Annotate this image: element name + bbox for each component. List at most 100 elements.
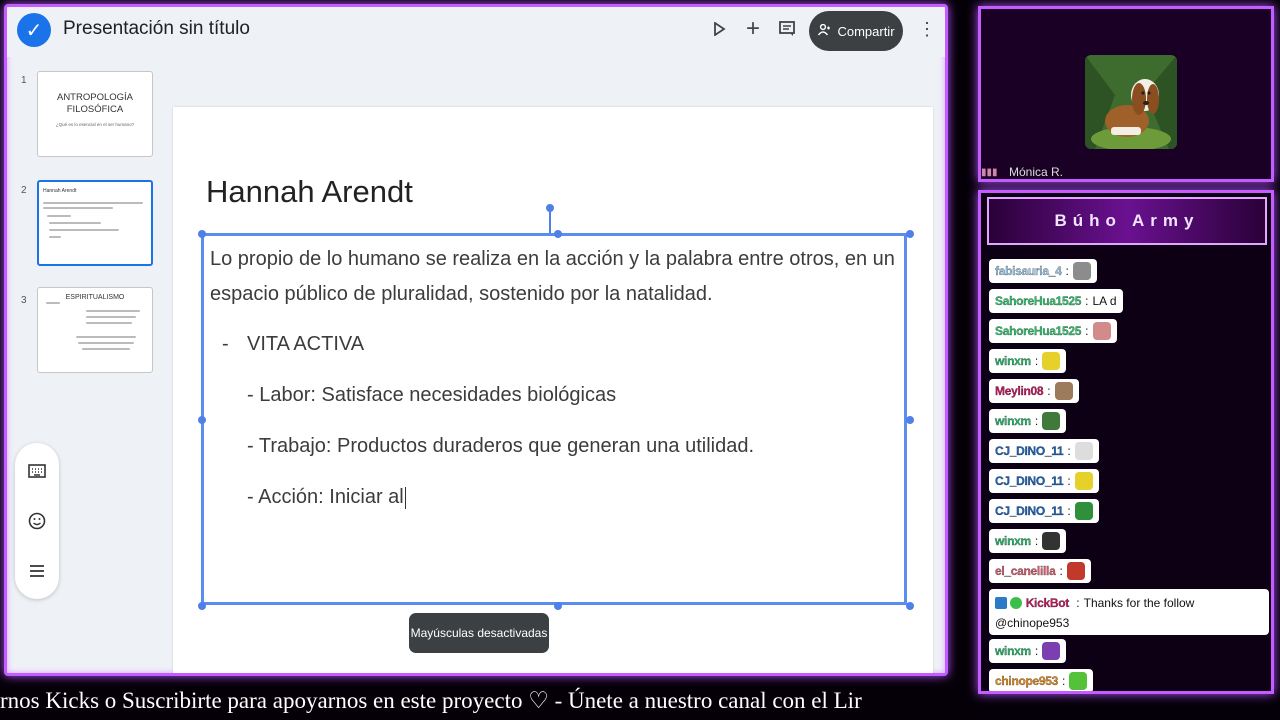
resize-handle-tr[interactable] xyxy=(906,230,914,238)
check-icon[interactable]: ✓ xyxy=(17,13,51,47)
chat-message: Meylin08: xyxy=(989,379,1079,403)
menu-icon[interactable] xyxy=(25,559,49,583)
chat-username[interactable]: CJ_DINO_11 xyxy=(995,504,1064,518)
slides-app-window: ✓ Presentación sin título + Compartir ⋮ … xyxy=(4,4,948,676)
chat-username[interactable]: el_canelilla xyxy=(995,564,1056,578)
verified-badge-icon xyxy=(1010,597,1023,609)
chat-username[interactable]: SahoreHua1525 xyxy=(995,294,1082,308)
chat-username[interactable]: KickBot xyxy=(1026,596,1070,610)
slide-number-2: 2 xyxy=(21,185,27,196)
chat-separator: : xyxy=(1034,414,1039,428)
chat-username[interactable]: SahoreHua1525 xyxy=(995,324,1082,338)
thumb-text-line xyxy=(46,302,60,304)
chat-separator: : xyxy=(1034,534,1039,548)
audio-signal-icon: ▮▮▮ xyxy=(981,167,998,178)
resize-handle-bl[interactable] xyxy=(198,602,206,610)
resize-handle-tl[interactable] xyxy=(198,230,206,238)
thumb-text-line xyxy=(43,202,143,204)
chat-username[interactable]: winxm xyxy=(995,644,1031,658)
chat-message: fabisauria_4: xyxy=(989,259,1097,283)
chat-emote-icon xyxy=(1074,442,1093,460)
thumb-text-line xyxy=(43,207,113,209)
resize-handle-tc[interactable] xyxy=(554,230,562,238)
thumb-text-line xyxy=(49,229,119,231)
chat-message: CJ_DINO_11: xyxy=(989,499,1099,523)
text-line: VITA ACTIVA xyxy=(247,333,365,355)
present-icon[interactable] xyxy=(707,17,731,41)
add-icon[interactable]: + xyxy=(741,15,765,42)
text-line: - Trabajo: Productos duraderos que gener… xyxy=(247,435,755,457)
chat-username[interactable]: fabisauria_4 xyxy=(995,264,1062,278)
ticker-bar: rnos Kicks o Suscribirte para apoyarnos … xyxy=(0,684,952,720)
chat-separator: : xyxy=(1059,564,1063,578)
chat-message: winxm: xyxy=(989,529,1067,553)
top-toolbar: ✓ Presentación sin título + Compartir ⋮ xyxy=(7,7,945,57)
thumb-1-subtitle: ¿Qué es lo esencial en el ser humano? xyxy=(55,122,135,127)
chat-message: winxm: xyxy=(989,349,1067,373)
resize-handle-ml[interactable] xyxy=(198,416,206,424)
thumb-text-line xyxy=(47,215,71,217)
thumb-text-line xyxy=(86,322,132,324)
chat-separator: : xyxy=(1034,644,1039,658)
thumb-1-title: ANTROPOLOGÍA FILOSÓFICA xyxy=(56,92,133,115)
bot-badge-icon xyxy=(995,597,1007,609)
chat-separator: : xyxy=(1062,674,1066,688)
chat-message: SahoreHua1525: LA d xyxy=(989,289,1123,313)
chat-title: Búho Army xyxy=(1054,211,1200,230)
webcam-name-label: Mónica R. xyxy=(1009,165,1064,179)
text-box[interactable]: Lo propio de lo humano se realiza en la … xyxy=(201,233,907,605)
dog-avatar xyxy=(1085,55,1177,149)
share-button[interactable]: Compartir xyxy=(809,11,903,51)
bullet-dash: - xyxy=(222,333,229,355)
slide-thumbnail-2[interactable]: Hannah Arendt xyxy=(37,180,153,266)
chat-emote-icon xyxy=(1042,352,1061,370)
more-vert-icon[interactable]: ⋮ xyxy=(915,17,939,41)
chat-message: winxm: xyxy=(989,409,1067,433)
chat-username[interactable]: winxm xyxy=(995,414,1031,428)
chat-emote-icon xyxy=(1066,562,1085,580)
document-title[interactable]: Presentación sin título xyxy=(63,18,250,40)
comment-icon[interactable] xyxy=(775,17,799,41)
chat-separator: : xyxy=(1065,264,1069,278)
slide-title[interactable]: Hannah Arendt xyxy=(206,174,413,210)
chat-separator: : xyxy=(1067,504,1071,518)
chat-username[interactable]: winxm xyxy=(995,534,1031,548)
thumb-2-title: Hannah Arendt xyxy=(43,188,77,194)
chat-emote-icon xyxy=(1092,322,1111,340)
slide-thumbnail-3[interactable]: ESPIRITUALISMO xyxy=(37,287,153,373)
chat-header: Búho Army xyxy=(987,197,1267,245)
slide-thumbnail-1[interactable]: ANTROPOLOGÍA FILOSÓFICA ¿Qué es lo esenc… xyxy=(37,71,153,157)
slide-number-3: 3 xyxy=(21,295,27,306)
chat-username[interactable]: CJ_DINO_11 xyxy=(995,444,1064,458)
chat-separator: : xyxy=(1085,324,1089,338)
chat-message: chinope953: xyxy=(989,669,1094,691)
slide-canvas[interactable]: Hannah Arendt Lo propio de lo humano se … xyxy=(173,107,933,673)
chat-message: el_canelilla: xyxy=(989,559,1091,583)
chat-emote-icon xyxy=(1042,532,1061,550)
resize-handle-br[interactable] xyxy=(906,602,914,610)
resize-handle-mr[interactable] xyxy=(906,416,914,424)
chat-emote-icon xyxy=(1054,382,1073,400)
resize-handle-bc[interactable] xyxy=(554,602,562,610)
thumb-text-line xyxy=(86,310,140,312)
text-caret xyxy=(404,486,406,509)
emoji-icon[interactable] xyxy=(25,509,49,533)
thumb-text-line xyxy=(49,236,61,238)
chat-emote-icon xyxy=(1069,672,1088,690)
chat-separator: : xyxy=(1067,474,1071,488)
ticker-text: rnos Kicks o Suscribirte para apoyarnos … xyxy=(0,688,862,713)
text-line: Lo propio de lo humano se realiza en la … xyxy=(210,248,895,270)
chat-username[interactable]: chinope953 xyxy=(995,674,1059,688)
text-line: - Acción: Iniciar al xyxy=(247,486,404,508)
chat-separator: : xyxy=(1085,294,1089,308)
text-line: espacio público de pluralidad, sostenido… xyxy=(210,283,713,305)
chat-username[interactable]: Meylin08 xyxy=(995,384,1044,398)
chat-username[interactable]: winxm xyxy=(995,354,1031,368)
share-person-icon xyxy=(817,23,831,39)
keyboard-icon[interactable] xyxy=(25,459,49,483)
chat-message: SahoreHua1525: xyxy=(989,319,1117,343)
chat-message: CJ_DINO_11: xyxy=(989,439,1099,463)
caps-lock-toast: Mayúsculas desactivadas xyxy=(409,613,549,653)
rotate-handle[interactable] xyxy=(546,204,554,212)
chat-username[interactable]: CJ_DINO_11 xyxy=(995,474,1064,488)
